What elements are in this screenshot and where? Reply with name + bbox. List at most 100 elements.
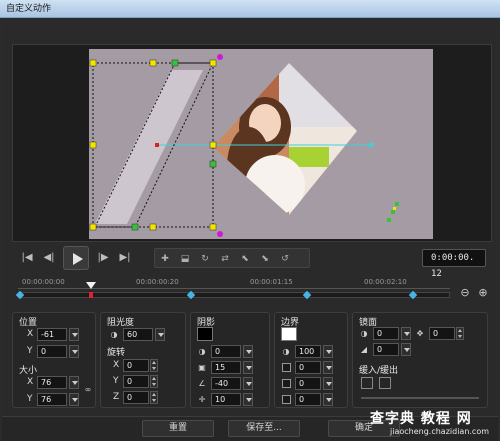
- rotation-z-spinner[interactable]: [150, 391, 158, 404]
- prev-frame-icon[interactable]: ◀|: [40, 249, 58, 267]
- border-v2-input[interactable]: 0: [295, 393, 321, 406]
- remove-keyframe-icon[interactable]: ⬓: [177, 251, 193, 267]
- dialog-body: |◀ ◀| |▶ ▶| ✚ ⬓ ↻ ⇄ ⬉ ⬊ ↺ 0:00:00. 12 00…: [2, 18, 498, 441]
- border-softness-icon: [282, 395, 291, 404]
- border-v1-dropdown[interactable]: [323, 377, 333, 390]
- shadow-angle-icon: ∠: [198, 379, 206, 388]
- zoom-out-icon[interactable]: ⊖: [458, 286, 472, 300]
- position-y-label: Y: [27, 346, 33, 356]
- move-left-icon[interactable]: ⬉: [237, 251, 253, 267]
- border-size-icon: [282, 363, 291, 372]
- mirror-v3-spinner[interactable]: [456, 327, 464, 340]
- rotation-z-label: Z: [113, 392, 120, 402]
- reverse-keyframe-icon[interactable]: ↻: [197, 251, 213, 267]
- refresh-keyframe-icon[interactable]: ↺: [277, 251, 293, 267]
- size-x-label: X: [27, 377, 34, 387]
- shadow-distance-dropdown[interactable]: [243, 393, 253, 406]
- rotation-z-input[interactable]: 0: [123, 391, 149, 404]
- size-x-dropdown[interactable]: [69, 376, 79, 389]
- play-button[interactable]: [63, 246, 89, 270]
- properties-panel: 位置 X -61 Y 0 大小 X 76 Y 76 ∞ 阻光度 ◑ 60 旋转 …: [12, 312, 492, 412]
- shadow-blur-dropdown[interactable]: [243, 361, 253, 374]
- skip-to-start-icon[interactable]: |◀: [18, 249, 36, 267]
- rotation-y-input[interactable]: 0: [123, 375, 149, 388]
- mirror-fade-group: 镜面 ◑ 0 ✥ 0 ◢ 0 缓入/缓出: [352, 312, 488, 408]
- position-y-input[interactable]: 0: [37, 345, 67, 358]
- position-size-group: 位置 X -61 Y 0 大小 X 76 Y 76 ∞: [12, 312, 96, 408]
- add-keyframe-icon[interactable]: ✚: [157, 251, 173, 267]
- skip-to-end-icon[interactable]: ▶|: [116, 249, 134, 267]
- tick-label: 00:00:02:10: [364, 278, 407, 286]
- shadow-distance-input[interactable]: 10: [211, 393, 241, 406]
- opacity-rotation-group: 阻光度 ◑ 60 旋转 X 0 Y 0 Z 0: [100, 312, 186, 408]
- move-icon: ✥: [416, 329, 424, 338]
- rotation-y-spinner[interactable]: [150, 375, 158, 388]
- border-v1-input[interactable]: 0: [295, 377, 321, 390]
- playback-controls: |◀ ◀| |▶ ▶| ✚ ⬓ ↻ ⇄ ⬉ ⬊ ↺ 0:00:00. 12: [12, 246, 492, 279]
- fade-slider[interactable]: [361, 397, 479, 399]
- opacity-icon: ◑: [110, 330, 118, 339]
- size-y-label: Y: [27, 394, 33, 404]
- position-x-dropdown[interactable]: [69, 328, 79, 341]
- rotation-x-input[interactable]: 0: [123, 359, 149, 372]
- fade-in-icon[interactable]: [361, 377, 373, 389]
- playhead[interactable]: [86, 282, 96, 289]
- mirror-v2-input[interactable]: 0: [373, 343, 399, 356]
- size-y-input[interactable]: 76: [37, 393, 67, 406]
- fade-out-icon[interactable]: [379, 377, 391, 389]
- border-size-input[interactable]: 0: [295, 361, 321, 374]
- shadow-blur-icon: ▣: [198, 363, 206, 372]
- position-x-label: X: [27, 329, 34, 339]
- keyframe-track[interactable]: [18, 292, 450, 298]
- border-corner-icon: [282, 379, 291, 388]
- shadow-angle-input[interactable]: -40: [211, 377, 241, 390]
- shadow-opacity-input[interactable]: 0: [211, 345, 241, 358]
- move-right-icon[interactable]: ⬊: [257, 251, 273, 267]
- mirror-v3-input[interactable]: 0: [429, 327, 455, 340]
- border-color-swatch[interactable]: [281, 327, 297, 341]
- position-y-dropdown[interactable]: [69, 345, 79, 358]
- next-frame-icon[interactable]: |▶: [94, 249, 112, 267]
- shadow-angle-dropdown[interactable]: [243, 377, 253, 390]
- position-x-input[interactable]: -61: [37, 328, 67, 341]
- rotation-y-label: Y: [113, 376, 119, 386]
- tick-label: 00:00:01:15: [250, 278, 293, 286]
- opacity-input[interactable]: 60: [123, 328, 153, 341]
- anchor-point: [155, 143, 159, 147]
- path-end-point: [368, 142, 374, 148]
- timecode-field[interactable]: 0:00:00. 12: [422, 249, 486, 279]
- shadow-shape: [95, 70, 203, 224]
- mirror-v1-dropdown[interactable]: [401, 327, 411, 340]
- size-label: 大小: [19, 366, 38, 376]
- mirror-v1-input[interactable]: 0: [373, 327, 399, 340]
- site-watermark: 查字典 教程 网 jiaocheng.chazidian.com: [370, 408, 498, 440]
- zoom-in-icon[interactable]: ⊕: [476, 286, 490, 300]
- tick-label: 00:00:00:00: [22, 278, 65, 286]
- preview-drawing: [89, 54, 399, 237]
- ruler: [18, 288, 450, 289]
- size-x-input[interactable]: 76: [37, 376, 67, 389]
- watermark-line2: jiaocheng.chazidian.com: [390, 427, 490, 436]
- rotation-x-label: X: [113, 360, 120, 370]
- shadow-opacity-dropdown[interactable]: [243, 345, 253, 358]
- border-opacity-input[interactable]: 100: [295, 345, 321, 358]
- border-size-dropdown[interactable]: [323, 361, 333, 374]
- swap-keyframe-icon[interactable]: ⇄: [217, 251, 233, 267]
- opacity-dropdown[interactable]: [155, 328, 165, 341]
- shadow-color-swatch[interactable]: [197, 327, 213, 341]
- border-group: 边界 ◑ 100 0 0 0: [274, 312, 348, 408]
- border-v2-dropdown[interactable]: [323, 393, 333, 406]
- mirror-fade-icon: ◢: [360, 345, 368, 354]
- timeline[interactable]: 00:00:00:00 00:00:00:20 00:00:01:15 00:0…: [12, 276, 492, 306]
- shadow-blur-input[interactable]: 15: [211, 361, 241, 374]
- fade-label: 缓入/缓出: [359, 366, 399, 376]
- tick-label: 00:00:00:20: [136, 278, 179, 286]
- preview-canvas[interactable]: [89, 49, 433, 239]
- size-y-dropdown[interactable]: [69, 393, 79, 406]
- rotation-x-spinner[interactable]: [150, 359, 158, 372]
- keyframe-toolbar: ✚ ⬓ ↻ ⇄ ⬉ ⬊ ↺: [154, 248, 310, 268]
- border-opacity-dropdown[interactable]: [323, 345, 333, 358]
- play-icon: [73, 253, 83, 265]
- mirror-v2-dropdown[interactable]: [401, 343, 411, 356]
- link-chain-icon[interactable]: ∞: [83, 385, 93, 395]
